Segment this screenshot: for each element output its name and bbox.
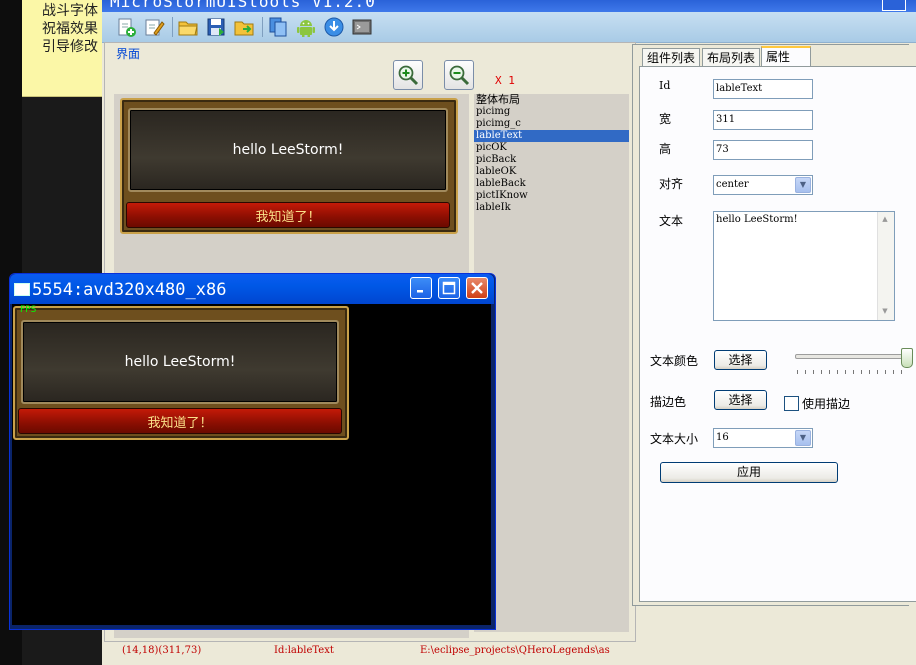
- align-select-value: center: [716, 179, 749, 190]
- export-folder-icon[interactable]: [232, 15, 256, 39]
- toolbar-separator: [262, 17, 263, 37]
- title-bar-button[interactable]: [882, 0, 906, 11]
- zoom-scale: X 1: [495, 74, 515, 87]
- emulator-ok-button[interactable]: 我知道了！: [18, 408, 342, 434]
- new-file-icon[interactable]: [114, 15, 138, 39]
- window-title: MicroStormUIStools V1.2.0: [110, 0, 376, 11]
- align-select[interactable]: center ▼: [713, 175, 813, 195]
- zoom-in-icon: [398, 65, 419, 86]
- emulator-screen[interactable]: hello LeeStorm! 我知道了！: [12, 304, 491, 625]
- stroke-color-label: 描边色: [650, 395, 687, 409]
- emulator-label-text[interactable]: hello LeeStorm!: [21, 320, 339, 404]
- slider-ticks: [797, 370, 909, 374]
- close-button[interactable]: [466, 277, 488, 299]
- height-field[interactable]: 73: [713, 140, 813, 160]
- note-line-1: 战斗字体: [42, 3, 98, 19]
- text-input-value: hello LeeStorm!: [716, 214, 798, 225]
- emulator-title-bar[interactable]: 5554:avd320x480_x86: [10, 274, 494, 304]
- list-item[interactable]: lableOK: [474, 166, 629, 178]
- download-icon[interactable]: [322, 15, 346, 39]
- preview-label-text[interactable]: hello LeeStorm!: [128, 108, 448, 192]
- open-folder-icon[interactable]: [176, 15, 200, 39]
- font-size-label: 文本大小: [650, 432, 699, 446]
- maximize-button[interactable]: [438, 277, 460, 299]
- zoom-out-icon: [449, 65, 470, 86]
- list-item[interactable]: lableBack: [474, 178, 629, 190]
- text-input[interactable]: hello LeeStorm! ▲ ▼: [713, 211, 895, 321]
- status-path: E:\eclipse_projects\QHeroLegends\as: [420, 645, 610, 656]
- id-label: Id: [659, 79, 671, 92]
- fps-counter: FPS: [20, 305, 37, 315]
- zoom-out-button[interactable]: [444, 60, 474, 90]
- window-icon: [14, 283, 30, 296]
- list-item[interactable]: picOK: [474, 142, 629, 154]
- list-item[interactable]: picimg_c: [474, 118, 629, 130]
- list-item[interactable]: pictIKnow: [474, 190, 629, 202]
- panel-group-label: 界面: [116, 47, 141, 61]
- status-coords: (14,18)(311,73): [122, 645, 202, 656]
- slider-handle[interactable]: [901, 348, 913, 368]
- note-line-3: 引导修改: [42, 39, 98, 55]
- list-item[interactable]: 整体布局: [474, 94, 629, 106]
- tab-component-list[interactable]: 组件列表: [642, 48, 700, 66]
- edit-icon[interactable]: [142, 15, 166, 39]
- chevron-down-icon[interactable]: ▼: [795, 177, 811, 193]
- text-label: 文本: [659, 214, 684, 228]
- list-item-selected[interactable]: lableText: [474, 130, 629, 142]
- status-id: Id:lableText: [274, 645, 334, 656]
- preview-ok-button[interactable]: 我知道了！: [126, 202, 450, 228]
- minimize-icon: [417, 290, 423, 293]
- stroke-color-button[interactable]: 选择: [714, 390, 767, 410]
- component-list: 整体布局 picimg picimg_c lableText picOK pic…: [474, 94, 629, 632]
- id-field[interactable]: lableText: [713, 79, 813, 99]
- maximize-icon: [442, 281, 456, 295]
- text-color-button[interactable]: 选择: [714, 350, 767, 370]
- note-line-2: 祝福效果: [42, 21, 98, 37]
- android-icon[interactable]: [294, 15, 318, 39]
- sticky-note: 战斗字体 祝福效果 引导修改: [22, 0, 103, 97]
- use-stroke-checkbox[interactable]: [784, 396, 799, 411]
- list-item[interactable]: picimg: [474, 106, 629, 118]
- preview-dialog[interactable]: hello LeeStorm! 我知道了！: [120, 98, 458, 234]
- slider-track[interactable]: [795, 354, 911, 359]
- chevron-down-icon[interactable]: ▼: [795, 430, 811, 446]
- emulator-title: 5554:avd320x480_x86: [32, 280, 227, 300]
- terminal-icon[interactable]: [350, 15, 374, 39]
- height-label: 高: [659, 142, 672, 156]
- apply-button[interactable]: 应用: [660, 462, 838, 483]
- zoom-in-button[interactable]: [393, 60, 423, 90]
- textarea-scrollbar[interactable]: ▲ ▼: [877, 212, 894, 320]
- list-item[interactable]: picBack: [474, 154, 629, 166]
- save-icon[interactable]: [204, 15, 228, 39]
- width-label: 宽: [659, 112, 672, 126]
- scroll-up-icon[interactable]: ▲: [880, 215, 890, 225]
- align-label: 对齐: [659, 177, 684, 191]
- title-bar[interactable]: MicroStormUIStools V1.2.0: [102, 0, 916, 12]
- toolbar-separator: [172, 17, 173, 37]
- tab-layout-list[interactable]: 布局列表: [702, 48, 760, 66]
- copy-icon[interactable]: [266, 15, 290, 39]
- tab-properties[interactable]: 属性: [761, 46, 811, 67]
- scroll-down-icon[interactable]: ▼: [880, 307, 890, 317]
- emulator-dialog[interactable]: hello LeeStorm! 我知道了！: [13, 306, 349, 440]
- list-item[interactable]: lableIk: [474, 202, 629, 214]
- close-icon: [471, 282, 483, 294]
- font-size-select-value: 16: [716, 432, 729, 443]
- text-color-label: 文本颜色: [650, 354, 699, 368]
- toolbar: [102, 12, 916, 43]
- use-stroke-label: 使用描边: [802, 397, 851, 411]
- font-size-select[interactable]: 16 ▼: [713, 428, 813, 448]
- width-field[interactable]: 311: [713, 110, 813, 130]
- minimize-button[interactable]: [410, 277, 432, 299]
